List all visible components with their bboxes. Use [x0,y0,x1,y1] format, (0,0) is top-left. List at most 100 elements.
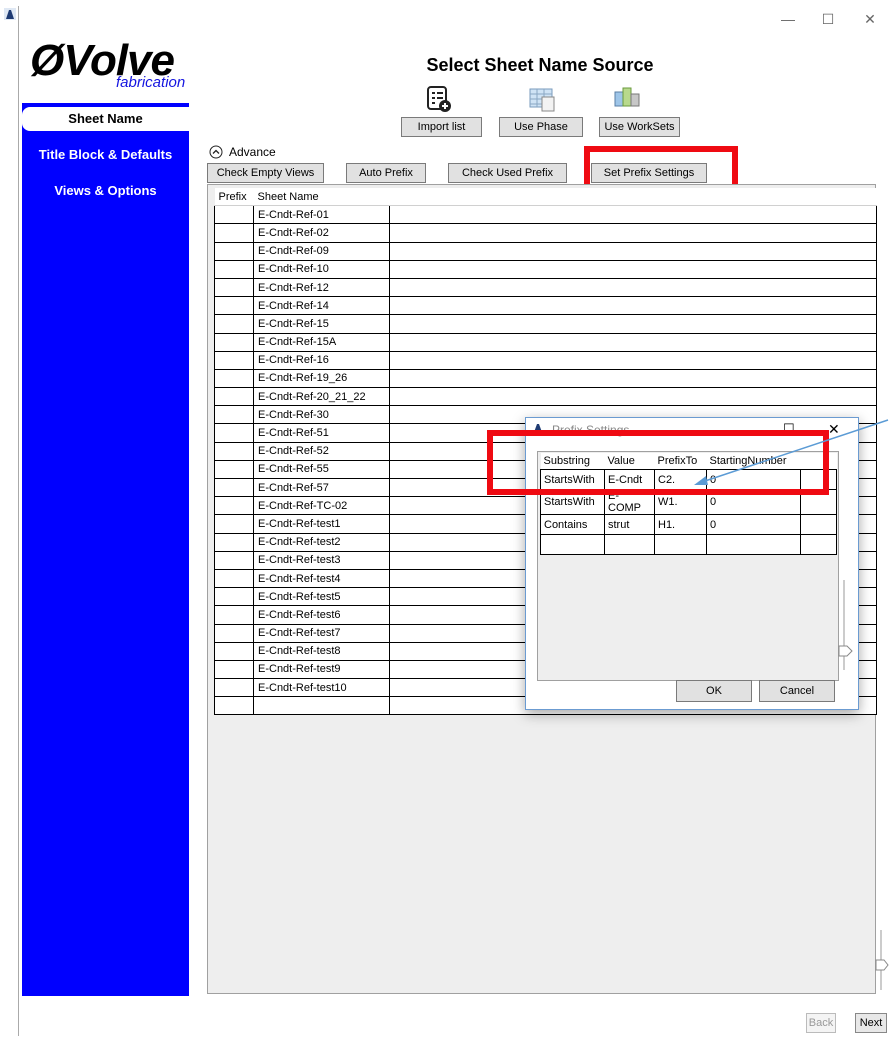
sheet-name-cell[interactable]: E-Cndt-Ref-test6 [253,605,390,625]
prefix-cell[interactable] [214,368,254,389]
prefix-cell[interactable] [214,696,254,716]
sheet-name-cell[interactable]: E-Cndt-Ref-14 [253,296,390,316]
grid-scrollbar[interactable] [874,930,889,990]
worksets-icon [614,87,640,107]
prefix-cell[interactable] [214,423,254,443]
check-used-prefix-button[interactable]: Check Used Prefix [448,163,567,183]
prefix-cell[interactable] [214,641,254,661]
advance-label[interactable]: Advance [229,145,276,159]
prefix-cell[interactable] [214,296,254,316]
sheet-name-cell[interactable]: E-Cndt-Ref-01 [253,205,390,225]
table-row[interactable]: Contains strut H1. 0 [540,514,837,535]
sheet-name-cell[interactable]: E-Cndt-Ref-test5 [253,587,390,607]
table-row[interactable]: E-Cndt-Ref-15 [214,314,877,334]
table-row[interactable]: E-Cndt-Ref-16 [214,350,877,370]
prefix-cell[interactable] [214,568,254,589]
prefix-cell[interactable] [214,241,254,261]
starting-number-cell[interactable] [706,534,801,555]
prefix-cell[interactable] [214,350,254,370]
prefix-cell[interactable] [214,387,254,407]
sheet-name-cell[interactable]: E-Cndt-Ref-TC-02 [253,496,390,516]
prefix-cell[interactable] [214,550,254,570]
use-phase-button[interactable]: Use Phase [499,117,583,137]
substring-cell[interactable] [540,534,605,555]
close-button[interactable]: ✕ [856,8,884,30]
prefix-cell[interactable] [214,277,254,298]
prefix-cell[interactable] [214,477,254,498]
table-row[interactable]: E-Cndt-Ref-12 [214,277,877,298]
prefix-cell[interactable] [214,514,254,534]
prefix-cell[interactable] [214,587,254,607]
sheet-name-cell[interactable]: E-Cndt-Ref-15A [253,332,390,352]
sheet-name-cell[interactable]: E-Cndt-Ref-test9 [253,659,390,680]
prefix-cell[interactable] [214,659,254,680]
sheet-name-cell[interactable]: E-Cndt-Ref-20_21_22 [253,387,390,407]
sheet-name-cell[interactable]: E-Cndt-Ref-30 [253,405,390,425]
value-cell[interactable] [604,534,655,555]
sheet-name-cell[interactable]: E-Cndt-Ref-16 [253,350,390,370]
prefixto-cell[interactable]: H1. [654,514,707,535]
sheet-name-cell[interactable]: E-Cndt-Ref-51 [253,423,390,443]
prefix-cell[interactable] [214,459,254,480]
sheet-name-cell[interactable]: E-Cndt-Ref-19_26 [253,368,390,389]
table-row[interactable]: E-Cndt-Ref-01 [214,205,877,225]
table-row[interactable] [540,534,837,555]
ok-button[interactable]: OK [676,680,752,702]
prefix-cell[interactable] [214,441,254,461]
prefix-cell[interactable] [214,496,254,516]
prefix-cell[interactable] [214,223,254,243]
sheet-name-cell[interactable]: E-Cndt-Ref-15 [253,314,390,334]
prefix-cell[interactable] [214,205,254,225]
value-cell[interactable]: strut [604,514,655,535]
table-row[interactable]: E-Cndt-Ref-10 [214,259,877,279]
prefix-cell[interactable] [214,532,254,552]
table-row[interactable]: E-Cndt-Ref-09 [214,241,877,261]
sidebar-item-views-options[interactable]: Views & Options [22,183,189,198]
table-row[interactable]: E-Cndt-Ref-02 [214,223,877,243]
sheet-name-cell[interactable]: E-Cndt-Ref-10 [253,259,390,279]
sheet-name-cell[interactable]: E-Cndt-Ref-12 [253,277,390,298]
back-button[interactable]: Back [806,1013,836,1033]
starting-number-cell[interactable]: 0 [706,514,801,535]
sheet-name-cell[interactable] [253,696,390,716]
sheet-name-cell[interactable]: E-Cndt-Ref-test7 [253,623,390,643]
cancel-button[interactable]: Cancel [759,680,835,702]
column-header-prefix[interactable]: Prefix [214,188,254,207]
sheet-name-cell[interactable]: E-Cndt-Ref-test8 [253,641,390,661]
sheet-name-cell[interactable]: E-Cndt-Ref-test2 [253,532,390,552]
minimize-button[interactable]: — [774,8,802,30]
sheet-name-cell[interactable]: E-Cndt-Ref-02 [253,223,390,243]
next-button[interactable]: Next [855,1013,887,1033]
column-header-sheet-name[interactable]: Sheet Name [253,188,390,207]
prefix-cell[interactable] [214,332,254,352]
sidebar-item-sheet-name[interactable]: Sheet Name [22,107,189,131]
sheet-name-cell[interactable]: E-Cndt-Ref-test3 [253,550,390,570]
check-empty-views-button[interactable]: Check Empty Views [207,163,324,183]
table-row[interactable]: E-Cndt-Ref-15A [214,332,877,352]
maximize-button[interactable]: ☐ [814,8,842,30]
sheet-name-cell[interactable]: E-Cndt-Ref-test10 [253,678,390,698]
prefix-cell[interactable] [214,259,254,279]
sheet-name-cell[interactable]: E-Cndt-Ref-test4 [253,568,390,589]
use-worksets-button[interactable]: Use WorkSets [599,117,680,137]
sidebar-item-title-block[interactable]: Title Block & Defaults [22,147,189,162]
sheet-name-cell[interactable]: E-Cndt-Ref-55 [253,459,390,480]
prefix-cell[interactable] [214,623,254,643]
sheet-name-cell[interactable]: E-Cndt-Ref-09 [253,241,390,261]
table-row[interactable]: E-Cndt-Ref-19_26 [214,368,877,389]
substring-cell[interactable]: Contains [540,514,605,535]
prefix-cell[interactable] [214,605,254,625]
sheet-name-cell[interactable]: E-Cndt-Ref-52 [253,441,390,461]
sheet-name-cell[interactable]: E-Cndt-Ref-57 [253,477,390,498]
dialog-scrollbar[interactable] [836,580,854,670]
prefix-cell[interactable] [214,678,254,698]
prefix-cell[interactable] [214,314,254,334]
table-row[interactable]: E-Cndt-Ref-14 [214,296,877,316]
prefixto-cell[interactable] [654,534,707,555]
auto-prefix-button[interactable]: Auto Prefix [346,163,426,183]
sheet-name-cell[interactable]: E-Cndt-Ref-test1 [253,514,390,534]
chevron-up-icon[interactable] [209,145,223,159]
prefix-cell[interactable] [214,405,254,425]
table-row[interactable]: E-Cndt-Ref-20_21_22 [214,387,877,407]
import-list-button[interactable]: Import list [401,117,482,137]
